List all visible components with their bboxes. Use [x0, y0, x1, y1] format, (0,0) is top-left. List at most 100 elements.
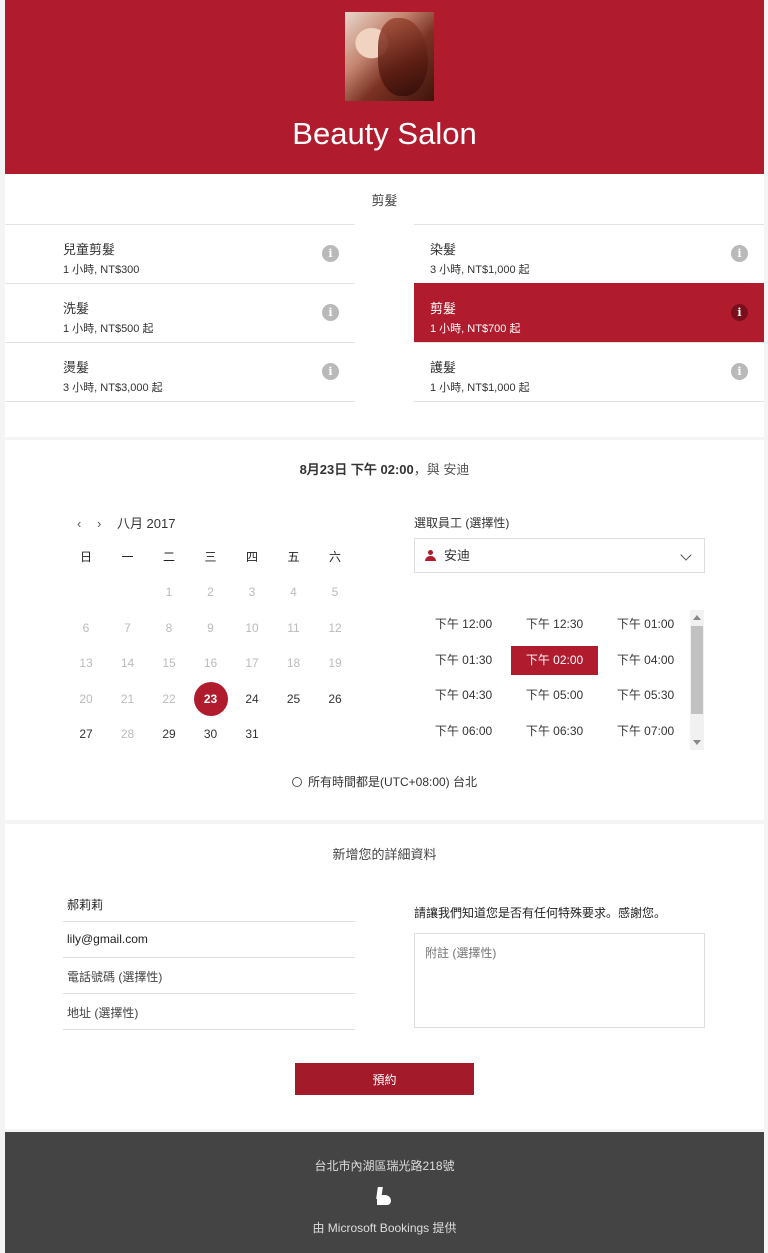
calendar-day[interactable]: 30: [194, 717, 228, 751]
calendar-day: 17: [245, 656, 259, 670]
time-slot[interactable]: 下午 05:00: [511, 681, 598, 710]
service-name: 洗髮: [63, 301, 90, 316]
month-label: 八月 2017: [116, 516, 176, 531]
timezone-text: 所有時間都是(UTC+08:00) 台北: [307, 775, 478, 789]
weekday-header: 一: [121, 550, 134, 564]
summary-date: 8月23日: [299, 462, 348, 477]
calendar-day: 18: [286, 656, 301, 670]
business-address: 台北市內湖區瑞光路218號: [314, 1159, 455, 1173]
book-button[interactable]: 預約: [295, 1063, 474, 1095]
calendar-nav: ‹ › 八月 2017: [77, 513, 187, 532]
calendar-day[interactable]: 31: [235, 717, 269, 751]
person-icon: [425, 550, 436, 561]
calendar-day[interactable]: 24: [235, 682, 269, 716]
services-section: 剪髮 兒童剪髮 1 小時, NT$300 i 染髮 3 小時, NT$1,000 起i洗…: [5, 174, 764, 437]
service-item[interactable]: 染髮 3 小時, NT$1,000 起 i: [414, 224, 764, 283]
service-detail: 1 小時, NT$500 起: [63, 323, 154, 335]
staff-value: 安迪: [444, 548, 471, 563]
prev-month-icon[interactable]: ‹: [77, 516, 81, 531]
time-slot[interactable]: 下午 07:00: [602, 717, 689, 746]
time-slot[interactable]: 下午 12:30: [511, 610, 598, 639]
service-name: 兒童剪髮: [63, 242, 116, 257]
staff-label: 選取員工 (選擇性): [414, 516, 510, 530]
phone-field[interactable]: 電話號碼 (選擇性): [63, 958, 355, 994]
calendar-day: 19: [328, 656, 342, 670]
info-icon[interactable]: i: [322, 245, 339, 262]
powered-by: 由 Microsoft Bookings 提供: [312, 1221, 457, 1235]
service-detail: 1 小時, NT$300: [63, 264, 140, 276]
divider: [414, 401, 764, 402]
service-item[interactable]: 剪髮 1 小時, NT$700 起 i: [414, 283, 764, 342]
scroll-up-icon[interactable]: [693, 615, 701, 620]
info-icon[interactable]: i: [731, 304, 748, 321]
service-item[interactable]: 洗髮 1 小時, NT$500 起 i: [5, 283, 355, 342]
summary-time: 下午 02:00: [350, 462, 414, 477]
calendar-day: 7: [124, 620, 131, 635]
calendar-day: 14: [120, 656, 135, 670]
notes-field[interactable]: [414, 933, 705, 1028]
time-slot[interactable]: 下午 04:00: [602, 646, 689, 675]
chevron-down-icon: [680, 549, 692, 561]
info-icon[interactable]: i: [322, 304, 339, 321]
calendar-day: 2: [207, 585, 214, 599]
service-item[interactable]: 護髮 1 小時, NT$1,000 起 i: [414, 342, 764, 401]
special-request-label: 請讓我們知道您是否有任何特殊要求。感謝您。: [414, 906, 667, 920]
email-field[interactable]: lily@gmail.com: [63, 922, 355, 958]
time-slot[interactable]: 下午 06:30: [511, 717, 598, 746]
clock-icon: [291, 777, 302, 787]
calendar-day[interactable]: 27: [69, 717, 103, 751]
weekday-header: 四: [245, 550, 258, 564]
time-slot[interactable]: 下午 01:00: [602, 610, 689, 639]
time-slot-list: 下午 12:00 下午 12:30 下午 01:00 下午 01:30 下午 02:00…: [414, 610, 684, 750]
info-icon[interactable]: i: [731, 245, 748, 262]
bookings-logo-icon: [376, 1187, 391, 1205]
staff-select[interactable]: 安迪: [414, 538, 705, 573]
time-slot[interactable]: 下午 05:30: [602, 681, 689, 710]
scroll-down-icon[interactable]: [693, 740, 701, 745]
weekday-header: 六: [328, 550, 341, 564]
weekday-header: 二: [162, 550, 175, 564]
calendar-day[interactable]: 29: [152, 717, 186, 751]
calendar-day: 1: [165, 585, 173, 599]
calendar-day-selected[interactable]: 23: [193, 681, 228, 716]
timezone-note: 所有時間都是(UTC+08:00) 台北: [5, 773, 764, 790]
service-category-title: 剪髮: [371, 193, 398, 208]
service-name: 剪髮: [430, 301, 457, 316]
calendar-day: 13: [79, 656, 93, 670]
service-name: 護髮: [430, 360, 457, 375]
calendar-day[interactable]: 25: [277, 682, 311, 716]
calendar-day: 9: [207, 620, 214, 635]
calendar-day: 8: [165, 620, 173, 635]
service-name: 燙髮: [63, 360, 90, 375]
service-detail: 3 小時, NT$3,000 起: [63, 382, 163, 394]
next-month-icon[interactable]: ›: [97, 516, 101, 531]
scroll-thumb[interactable]: [691, 626, 703, 714]
service-item[interactable]: 兒童剪髮 1 小時, NT$300 i: [5, 224, 355, 283]
summary-suffix: ，與 安迪: [413, 462, 470, 477]
salon-logo-image: [345, 12, 434, 101]
time-slot-scrollbar[interactable]: [690, 610, 704, 750]
time-slot[interactable]: 下午 01:30: [420, 646, 507, 675]
details-title: 新增您的詳細資料: [332, 847, 437, 862]
calendar-day: 11: [287, 620, 300, 635]
calendar-day: 15: [162, 656, 176, 670]
address-field[interactable]: 地址 (選擇性): [63, 994, 355, 1030]
calendar-day[interactable]: 26: [318, 682, 352, 716]
info-icon[interactable]: i: [322, 363, 339, 380]
info-icon[interactable]: i: [731, 363, 748, 380]
time-slot[interactable]: 下午 02:00: [511, 645, 598, 675]
weekday-header: 三: [204, 550, 217, 564]
time-slot[interactable]: 下午 04:30: [420, 681, 507, 710]
service-detail: 3 小時, NT$1,000 起: [430, 264, 530, 276]
service-item[interactable]: 燙髮 3 小時, NT$3,000 起 i: [5, 342, 355, 401]
calendar-day: 10: [245, 620, 259, 635]
time-slot[interactable]: 下午 06:00: [420, 717, 507, 746]
time-slot[interactable]: 下午 12:00: [420, 610, 507, 639]
calendar-day: 12: [328, 620, 342, 635]
service-detail: 1 小時, NT$700 起: [430, 323, 521, 335]
details-section: 新增您的詳細資料 郝莉莉 lily@gmail.com 電話號碼 (選擇性) 地…: [5, 824, 764, 1129]
name-field[interactable]: 郝莉莉: [63, 886, 355, 922]
footer: 台北市內湖區瑞光路218號 由 Microsoft Bookings 提供: [5, 1132, 764, 1253]
page-title: Beauty Salon: [292, 116, 477, 151]
booking-page: Beauty Salon 剪髮 兒童剪髮 1 小時, NT$300 i 染髮 3 小時,…: [0, 0, 768, 1253]
